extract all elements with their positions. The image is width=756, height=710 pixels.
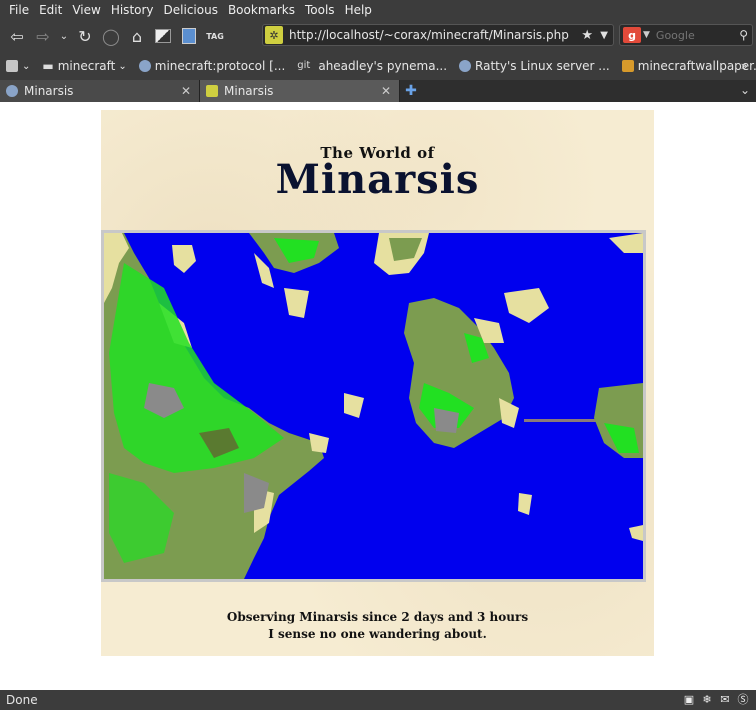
tab-minarsis-1[interactable]: Minarsis ✕	[0, 80, 200, 102]
mail-icon[interactable]: ✉	[718, 692, 732, 706]
bookmark-minecraft-protocol[interactable]: minecraft:protocol [...	[138, 59, 286, 73]
search-bar[interactable]: g ▼ ⚲	[619, 24, 753, 46]
close-tab-icon[interactable]: ✕	[381, 84, 391, 98]
chevron-down-icon: ⌄	[22, 60, 31, 72]
menu-help[interactable]: Help	[340, 3, 377, 17]
observing-caption: Observing Minarsis since 2 days and 3 ho…	[226, 610, 529, 624]
search-icon[interactable]: ⚲	[739, 28, 748, 42]
tag-icon: TAG	[206, 31, 224, 41]
stop-button[interactable]: ◯	[98, 23, 124, 49]
bookmark-page-icon	[182, 28, 196, 44]
chevron-down-icon: ⌄	[59, 30, 69, 42]
site-favicon-icon	[206, 85, 218, 97]
bookmark-label: minecraftwallpaper....	[637, 59, 756, 73]
globe-icon	[459, 60, 472, 72]
menu-file[interactable]: File	[4, 3, 34, 17]
bookmark-star-icon[interactable]: ★	[581, 28, 593, 43]
reload-button[interactable]: ↻	[72, 23, 98, 49]
forward-button[interactable]: ⇨	[30, 23, 56, 49]
status-icons: ▣ ❄ ✉ Ⓢ	[682, 692, 750, 707]
home-icon: ⌂	[131, 26, 143, 46]
more-bookmarks-icon[interactable]: »	[741, 59, 748, 73]
tab-label: Minarsis	[224, 84, 274, 98]
minecraft-icon	[621, 60, 634, 72]
git-icon: git	[297, 60, 311, 71]
globe-icon	[6, 85, 18, 97]
google-engine-icon[interactable]: g	[623, 27, 641, 43]
menu-tools[interactable]: Tools	[300, 3, 340, 17]
search-input[interactable]	[655, 28, 736, 42]
snowflake-icon[interactable]: ❄	[700, 692, 714, 706]
close-tab-icon[interactable]: ✕	[181, 84, 191, 98]
bookmark-label: Ratty's Linux server ...	[475, 59, 610, 73]
bookmark-folder-minecraft[interactable]: ▬ minecraft ⌄	[42, 59, 126, 73]
bookmark-label: minecraft:protocol [...	[154, 59, 286, 73]
bookmark-manager-button[interactable]	[176, 23, 202, 49]
tab-label: Minarsis	[24, 84, 74, 98]
back-arrow-icon: ⇦	[10, 26, 24, 46]
parchment-panel: The World of Minarsis Observing Minarsis…	[101, 110, 654, 656]
screen-button[interactable]	[150, 23, 176, 49]
screen-icon	[155, 29, 171, 43]
wanderers-caption: I sense no one wandering about.	[268, 627, 487, 641]
menu-history[interactable]: History	[106, 3, 159, 17]
navigation-toolbar: ⇦ ⇨ ⌄ ↻ ◯ ⌂ TAG ✲ http://localhost/~cora…	[0, 20, 756, 52]
forward-arrow-icon: ⇨	[36, 26, 50, 46]
menu-bookmarks[interactable]: Bookmarks	[223, 3, 300, 17]
bookmark-label: minecraft	[57, 59, 116, 73]
globe-icon	[138, 60, 151, 72]
engine-dropdown-icon[interactable]: ▼	[643, 30, 650, 40]
site-favicon-icon: ✲	[265, 26, 283, 44]
home-button[interactable]: ⌂	[124, 23, 150, 49]
bookmarks-menu-button[interactable]: ⌄	[6, 60, 30, 72]
tab-minarsis-2[interactable]: Minarsis ✕	[200, 80, 400, 102]
bookmark-label: aheadley's pynema...	[318, 59, 448, 73]
back-button[interactable]: ⇦	[4, 23, 30, 49]
history-dropdown-button[interactable]: ⌄	[56, 23, 72, 49]
screen-icon[interactable]: ▣	[682, 692, 696, 706]
page-title: Minarsis	[275, 156, 480, 203]
bookmarks-toolbar: ⌄ ▬ minecraft ⌄ minecraft:protocol [... …	[0, 52, 756, 80]
tab-list-icon[interactable]: ⌄	[740, 83, 750, 97]
world-map[interactable]	[101, 230, 646, 582]
plus-icon: ✚	[405, 83, 417, 99]
bookmarks-menu-icon	[6, 60, 18, 72]
address-dropdown-icon[interactable]: ▼	[600, 30, 608, 41]
address-url[interactable]: http://localhost/~corax/minecraft/Minars…	[289, 28, 569, 42]
tag-button[interactable]: TAG	[202, 23, 228, 49]
stop-icon: ◯	[102, 26, 120, 46]
reload-icon: ↻	[78, 26, 92, 46]
world-map-image	[104, 233, 643, 579]
address-bar[interactable]: ✲ http://localhost/~corax/minecraft/Mina…	[262, 24, 614, 46]
bookmark-minecraftwallpaper[interactable]: minecraftwallpaper....	[621, 59, 756, 73]
status-bar: Done ▣ ❄ ✉ Ⓢ	[0, 690, 756, 710]
menu-view[interactable]: View	[67, 3, 105, 17]
tab-strip: Minarsis ✕ Minarsis ✕ ✚ ⌄	[0, 80, 756, 102]
folder-icon: ▬	[42, 59, 54, 73]
status-text: Done	[6, 693, 38, 707]
page-content: The World of Minarsis Observing Minarsis…	[0, 102, 756, 690]
menu-edit[interactable]: Edit	[34, 3, 67, 17]
menu-delicious[interactable]: Delicious	[159, 3, 223, 17]
menu-bar: File Edit View History Delicious Bookmar…	[0, 0, 756, 20]
bookmark-rattys-server[interactable]: Ratty's Linux server ...	[459, 59, 610, 73]
new-tab-button[interactable]: ✚	[400, 80, 422, 102]
bookmark-pynemap[interactable]: git aheadley's pynema...	[297, 59, 447, 73]
chevron-down-icon: ⌄	[118, 60, 127, 72]
skype-icon[interactable]: Ⓢ	[736, 692, 750, 706]
